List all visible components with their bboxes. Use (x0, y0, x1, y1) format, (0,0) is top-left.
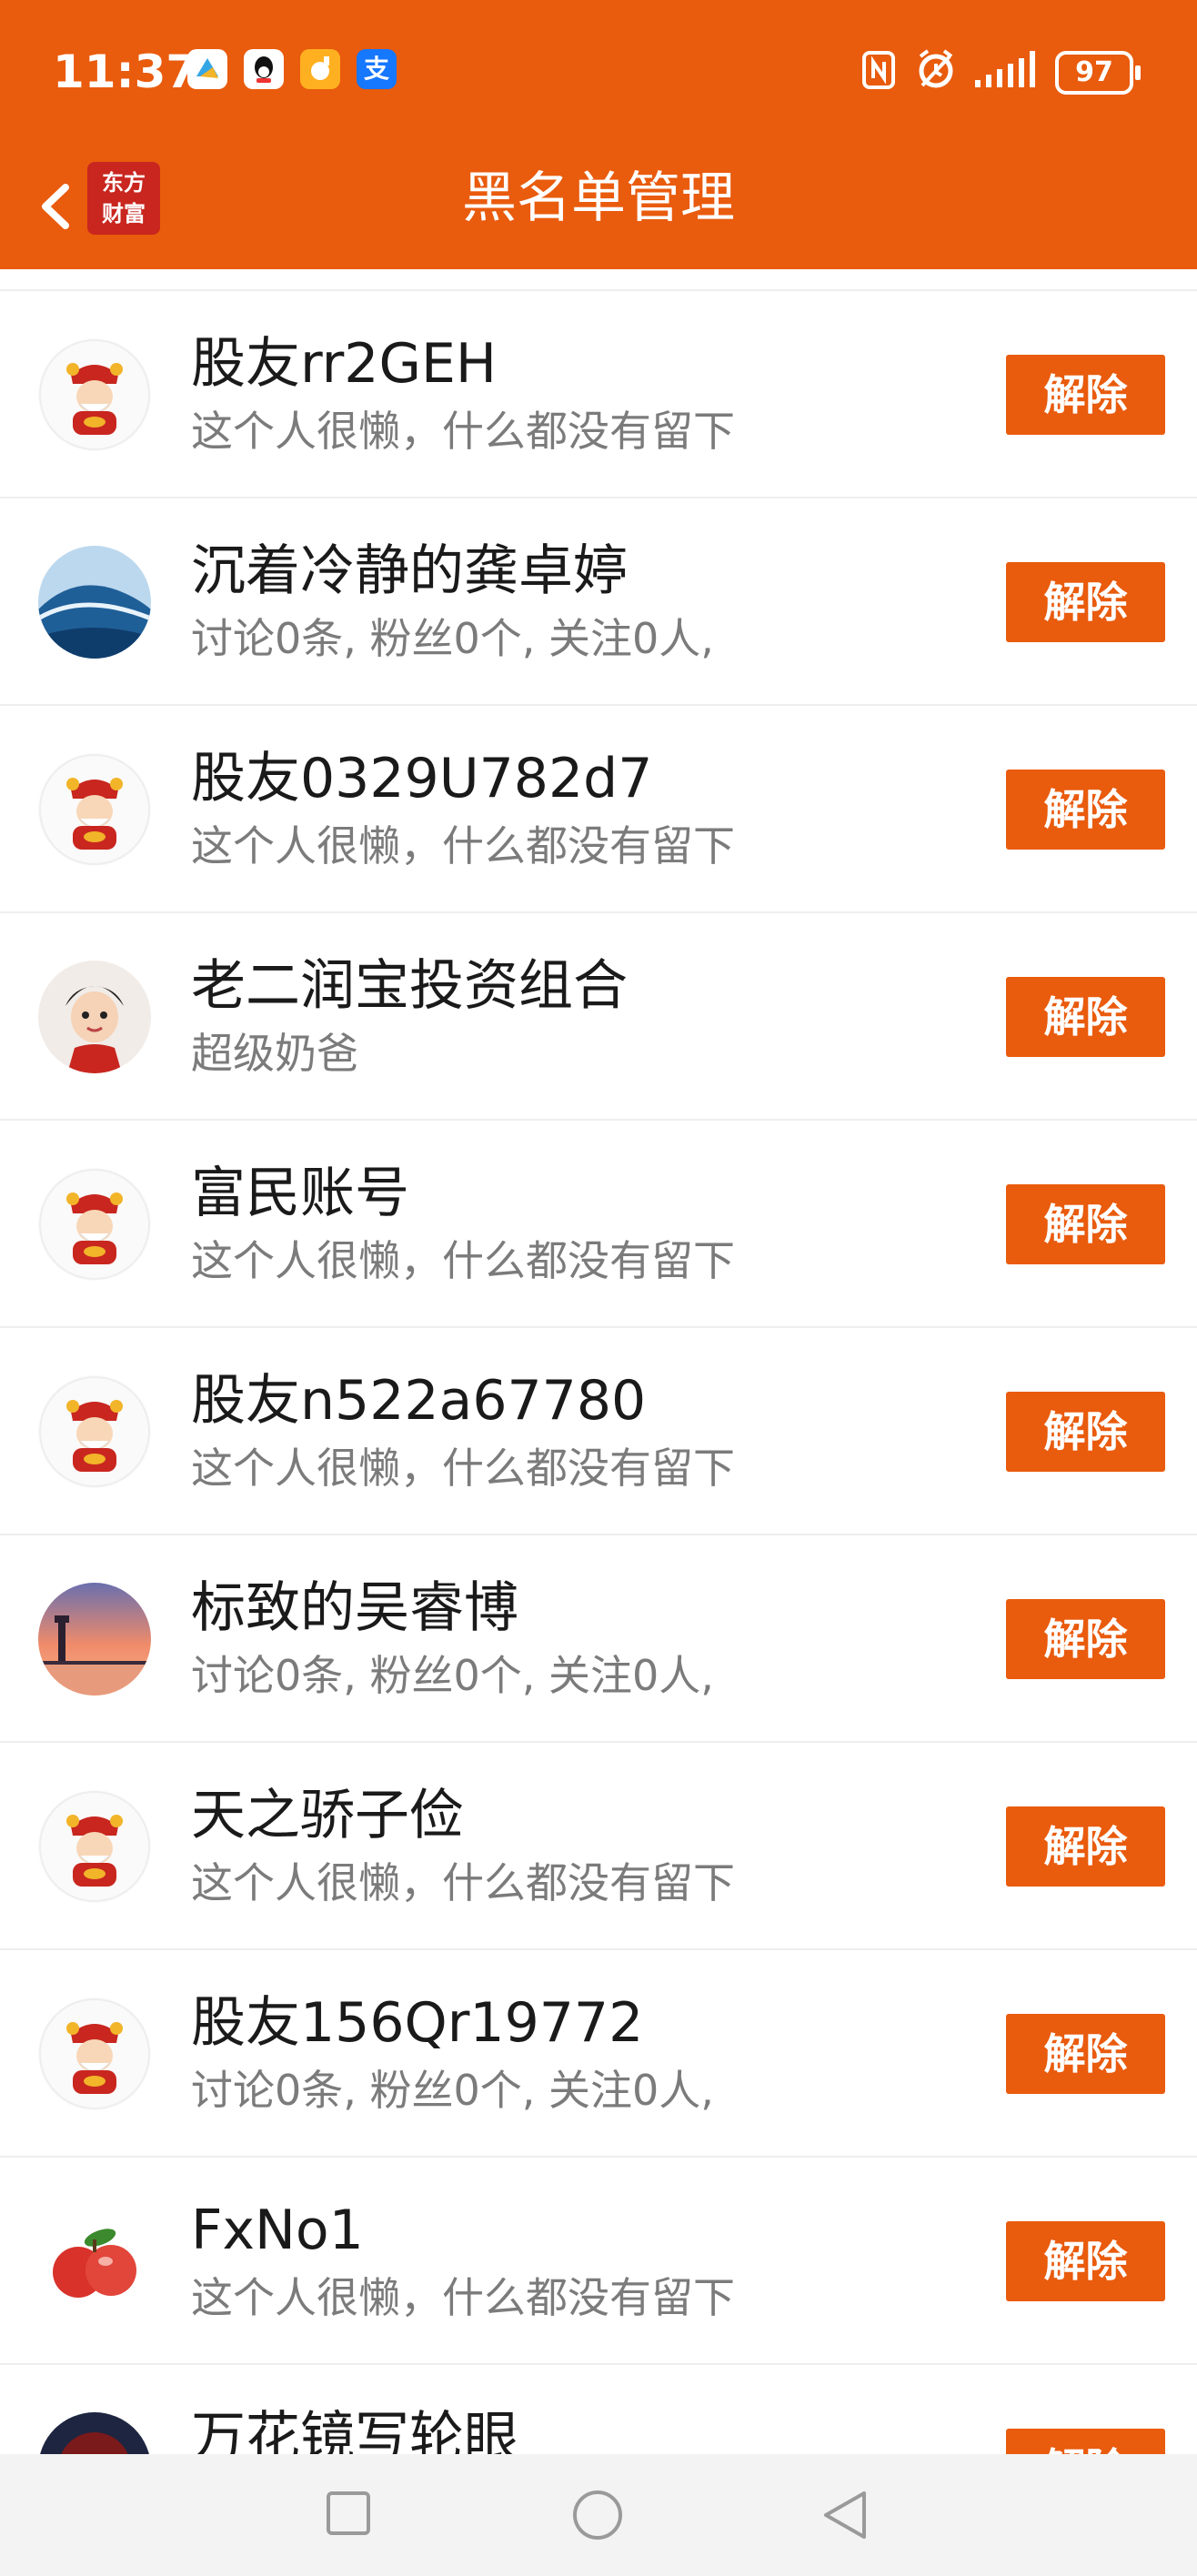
status-bar: 11:37 支 97 (0, 0, 1197, 144)
blacklist-row[interactable]: 老二润宝投资组合超级奶爸 解除 (0, 913, 1197, 1121)
blacklist-row[interactable]: 股友n522a67780 这个人很懒，什么都没有留下 解除 (0, 1328, 1197, 1535)
remove-button[interactable]: 解除 (1006, 2221, 1165, 2301)
blacklist-row[interactable]: 股友156Qr19772 讨论0条, 粉丝0个, 关注0人, 解除 (0, 1950, 1197, 2158)
user-name: 股友156Qr19772 (191, 1991, 644, 2055)
user-description: 这个人很懒，什么都没有留下 (191, 407, 735, 456)
user-description: 这个人很懒，什么都没有留下 (191, 1236, 735, 1285)
blacklist-row[interactable]: 标致的吴睿博讨论0条, 粉丝0个, 关注0人, 解除 (0, 1535, 1197, 1743)
app-icon-3 (300, 49, 340, 89)
remove-button[interactable]: 解除 (1006, 1392, 1165, 1472)
system-navigation-bar (0, 2454, 1197, 2576)
signal-icon (975, 51, 1035, 87)
user-name: FxNo1 (191, 2199, 364, 2262)
remove-button[interactable]: 解除 (1006, 1806, 1165, 1887)
alipay-icon: 支 (357, 49, 397, 89)
user-description: 这个人很懒，什么都没有留下 (191, 1858, 735, 1907)
user-name: 标致的吴睿博 (191, 1576, 518, 1640)
user-avatar[interactable] (38, 1997, 151, 2110)
user-name: 沉着冷静的龚卓婷 (191, 539, 628, 603)
user-description: 这个人很懒，什么都没有留下 (191, 1444, 735, 1493)
user-description: 这个人很懒，什么都没有留下 (191, 2273, 735, 2322)
user-avatar[interactable] (38, 338, 151, 451)
user-description: 超级奶爸 (191, 1029, 358, 1078)
qq-icon (244, 49, 284, 89)
user-name: 天之骄子俭 (191, 1784, 464, 1847)
user-name: 股友n522a67780 (191, 1369, 647, 1433)
back-nav-icon[interactable] (819, 2489, 871, 2541)
user-avatar[interactable] (38, 1583, 151, 1696)
remove-button[interactable]: 解除 (1006, 562, 1165, 642)
user-avatar[interactable] (38, 1168, 151, 1281)
nfc-icon (862, 51, 895, 89)
remove-button[interactable]: 解除 (1006, 355, 1165, 435)
user-description: 这个人很懒，什么都没有留下 (191, 821, 735, 870)
remove-button[interactable]: 解除 (1006, 1184, 1165, 1264)
user-avatar[interactable] (38, 753, 151, 866)
blacklist-row[interactable]: 沉着冷静的龚卓婷讨论0条, 粉丝0个, 关注0人, 解除 (0, 498, 1197, 706)
user-avatar[interactable] (38, 961, 151, 1073)
blacklist-row[interactable]: 股友0329U782d7 这个人很懒，什么都没有留下 解除 (0, 706, 1197, 913)
user-name: 老二润宝投资组合 (191, 954, 628, 1018)
user-description: 讨论0条, 粉丝0个, 关注0人, (191, 1651, 714, 1700)
blacklist-row[interactable]: 天之骄子俭这个人很懒，什么都没有留下 解除 (0, 1743, 1197, 1950)
remove-button[interactable]: 解除 (1006, 977, 1165, 1057)
remove-button[interactable]: 解除 (1006, 770, 1165, 850)
user-description: 讨论0条, 粉丝0个, 关注0人, (191, 2066, 714, 2115)
blacklist-row[interactable]: 富民账号这个人很懒，什么都没有留下 解除 (0, 1121, 1197, 1328)
user-avatar[interactable] (38, 2205, 151, 2318)
user-avatar[interactable] (38, 1375, 151, 1488)
recent-apps-icon[interactable] (326, 2490, 371, 2536)
home-icon[interactable] (571, 2489, 624, 2541)
user-name: 富民账号 (191, 1162, 409, 1225)
user-avatar[interactable] (38, 546, 151, 659)
remove-button[interactable]: 解除 (1006, 1599, 1165, 1679)
blacklist-list: 股友rr2GEH 这个人很懒，什么都没有留下 解除 沉着冷静的龚卓婷 讨论0条, 粉丝0… (0, 291, 1197, 2572)
user-avatar[interactable] (38, 1790, 151, 1903)
user-name: 股友0329U782d7 (191, 747, 653, 810)
remove-button[interactable]: 解除 (1006, 2014, 1165, 2094)
user-name: 股友rr2GEH (191, 332, 497, 396)
status-time: 11:37 (53, 45, 198, 98)
blacklist-row[interactable]: 股友rr2GEH 这个人很懒，什么都没有留下 解除 (0, 291, 1197, 498)
user-description: 讨论0条, 粉丝0个, 关注0人, (191, 614, 714, 663)
alarm-icon (919, 49, 953, 88)
app-icon-1 (187, 49, 227, 89)
battery-indicator: 97 (1055, 51, 1141, 95)
page-title: 黑名单管理 (462, 166, 735, 230)
blacklist-row[interactable]: FxNo1 这个人很懒，什么都没有留下 解除 (0, 2158, 1197, 2365)
